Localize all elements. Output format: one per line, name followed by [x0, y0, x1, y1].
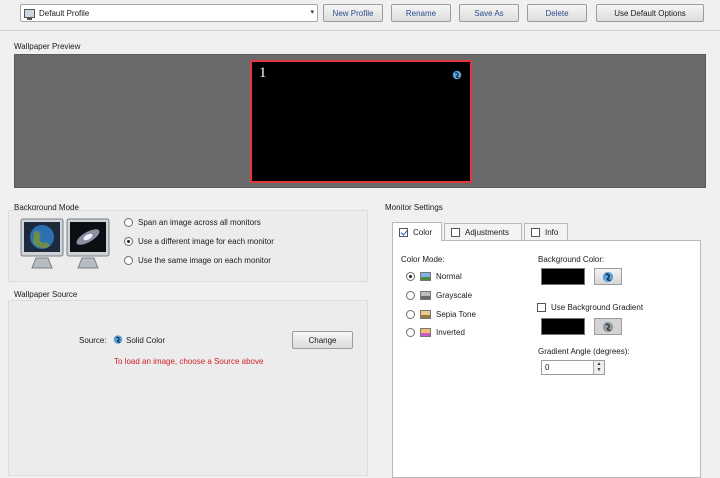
background-color-swatch[interactable] [541, 268, 585, 285]
normal-icon [420, 272, 431, 281]
spinner-arrows-icon[interactable]: ▲ ▼ [593, 361, 604, 374]
bg-mode-option-span[interactable]: Span an image across all monitors [124, 218, 261, 227]
color-mode-grayscale[interactable]: Grayscale [406, 291, 472, 300]
radio-button[interactable] [406, 328, 415, 337]
tab-checkbox[interactable] [399, 227, 408, 237]
color-mode-label: Color Mode: [401, 255, 445, 264]
use-gradient-checkbox[interactable] [537, 303, 546, 312]
use-default-options-button[interactable]: Use Default Options [596, 4, 704, 22]
use-gradient-checkbox-row[interactable]: Use Background Gradient [537, 303, 643, 312]
gradient-angle-value[interactable]: 0 [545, 363, 549, 372]
monitor-earth-icon [20, 218, 64, 269]
radio-button[interactable] [406, 291, 415, 300]
save-as-button[interactable]: Save As [459, 4, 519, 22]
change-source-button[interactable]: Change [292, 331, 353, 349]
tab-label: Info [545, 228, 559, 237]
radio-button[interactable] [406, 310, 415, 319]
gradient-color-swatch[interactable] [541, 318, 585, 335]
wallpaper-preview-title: Wallpaper Preview [14, 42, 81, 51]
gradient-color-picker-button[interactable] [594, 318, 622, 335]
chevron-down-icon[interactable]: ▾ [310, 8, 314, 16]
radio-button[interactable] [124, 218, 133, 227]
wallpaper-source-group [8, 300, 368, 476]
tab-label: Color [413, 227, 433, 237]
toolbar-divider [0, 30, 720, 31]
tab-color[interactable]: Color [392, 222, 442, 241]
profile-value: Default Profile [39, 8, 90, 18]
inverted-icon [420, 328, 431, 337]
tab-label: Adjustments [465, 228, 510, 237]
monitor-1-preview[interactable]: 1 [250, 60, 472, 183]
bg-mode-option-different[interactable]: Use a different image for each monitor [124, 237, 274, 246]
app-logo-icon [452, 70, 462, 80]
tab-checkbox[interactable] [531, 228, 540, 237]
color-picker-icon [602, 271, 614, 282]
monitor-icon [24, 8, 35, 20]
monitor-settings-title: Monitor Settings [385, 203, 443, 212]
background-color-label: Background Color: [538, 255, 605, 264]
radio-button[interactable] [406, 272, 415, 281]
solid-color-icon [113, 335, 123, 344]
gradient-angle-label: Gradient Angle (degrees): [538, 347, 630, 356]
background-color-picker-button[interactable] [594, 268, 622, 285]
source-label: Source: [79, 336, 107, 345]
bg-mode-option-label: Use a different image for each monitor [138, 237, 274, 246]
color-mode-inverted[interactable]: Inverted [406, 328, 465, 337]
monitor-number: 1 [259, 65, 267, 81]
color-mode-option-label: Grayscale [436, 291, 473, 300]
color-mode-sepia[interactable]: Sepia Tone [406, 310, 476, 319]
color-mode-option-label: Sepia Tone [436, 310, 476, 319]
delete-button[interactable]: Delete [527, 4, 587, 22]
sepia-icon [420, 310, 431, 319]
profile-dropdown[interactable]: Default Profile ▾ [20, 4, 318, 22]
tab-checkbox[interactable] [451, 228, 460, 237]
bg-mode-option-label: Span an image across all monitors [138, 218, 261, 227]
wallpaper-source-title: Wallpaper Source [14, 290, 78, 299]
load-image-hint: To load an image, choose a Source above [114, 357, 264, 366]
rename-button[interactable]: Rename [391, 4, 451, 22]
wallpaper-preview: 1 [14, 54, 706, 188]
gradient-angle-spinner[interactable]: 0 ▲ ▼ [541, 360, 605, 375]
color-picker-icon [602, 321, 614, 332]
color-mode-normal[interactable]: Normal [406, 272, 462, 281]
radio-button[interactable] [124, 237, 133, 246]
source-value: Solid Color [126, 336, 166, 345]
tab-info[interactable]: Info [524, 223, 568, 241]
bg-mode-option-label: Use the same image on each monitor [138, 256, 271, 265]
new-profile-button[interactable]: New Profile [323, 4, 383, 22]
color-mode-option-label: Inverted [436, 328, 465, 337]
grayscale-icon [420, 291, 431, 300]
bg-mode-option-same[interactable]: Use the same image on each monitor [124, 256, 271, 265]
monitor-galaxy-icon [66, 218, 110, 269]
use-gradient-label: Use Background Gradient [551, 303, 644, 312]
tab-adjustments[interactable]: Adjustments [444, 223, 522, 241]
color-mode-option-label: Normal [436, 272, 462, 281]
radio-button[interactable] [124, 256, 133, 265]
